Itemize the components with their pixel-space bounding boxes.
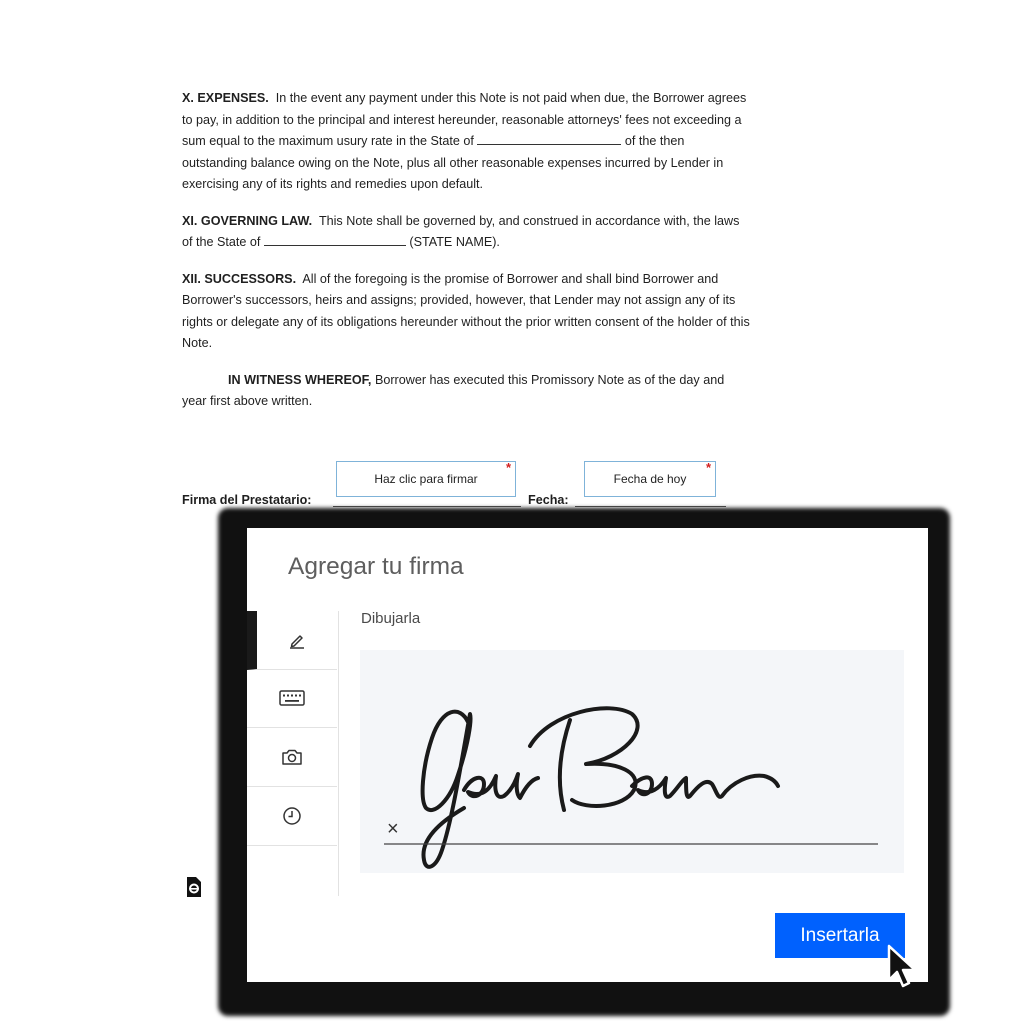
document-body: X. EXPENSES. In the event any payment un… (182, 88, 752, 428)
keyboard-icon (279, 690, 305, 706)
tab-type[interactable] (247, 669, 337, 728)
tab-photo[interactable] (247, 728, 337, 787)
signature-dialog: Agregar tu firma Dibujarla × Insertarla (247, 528, 928, 982)
required-marker: * (705, 460, 711, 475)
clock-icon (283, 807, 301, 825)
blank-line (263, 233, 406, 246)
section-governing-law: XI. GOVERNING LAW. This Note shall be go… (182, 213, 740, 250)
section-successors: XII. SUCCESSORS. All of the foregoing is… (182, 271, 750, 351)
section-heading: XII. SUCCESSORS. (182, 271, 297, 286)
borrower-signature-label: Firma del Prestatario: (182, 493, 312, 507)
signature-underline (333, 506, 521, 507)
pen-icon (290, 635, 304, 649)
draw-mode-label: Dibujarla (361, 610, 421, 627)
section-heading: XI. GOVERNING LAW. (182, 213, 313, 228)
brand-logo-icon (187, 877, 201, 897)
section-heading: X. EXPENSES. (182, 91, 269, 105)
dialog-title: Agregar tu firma (288, 553, 464, 580)
section-expenses: X. EXPENSES. In the event any payment un… (182, 91, 747, 191)
date-underline (575, 506, 726, 507)
todays-date-field[interactable]: Fecha de hoy * (584, 460, 716, 497)
required-marker: * (505, 460, 511, 475)
mouse-cursor-icon (887, 944, 917, 988)
drawn-signature (384, 706, 878, 869)
tab-recent[interactable] (247, 787, 337, 846)
clear-signature-icon[interactable]: × (387, 818, 399, 841)
section-heading: IN WITNESS WHEREOF, (228, 372, 372, 387)
blank-line (477, 132, 622, 145)
witness-clause: IN WITNESS WHEREOF, Borrower has execute… (182, 372, 725, 409)
signature-method-tabs (247, 611, 339, 896)
tab-draw[interactable] (247, 611, 337, 670)
signature-drawing-canvas[interactable]: × (360, 650, 904, 873)
camera-icon (282, 749, 302, 765)
date-label: Fecha: (528, 493, 569, 507)
click-to-sign-field[interactable]: Haz clic para firmar * (336, 460, 516, 497)
